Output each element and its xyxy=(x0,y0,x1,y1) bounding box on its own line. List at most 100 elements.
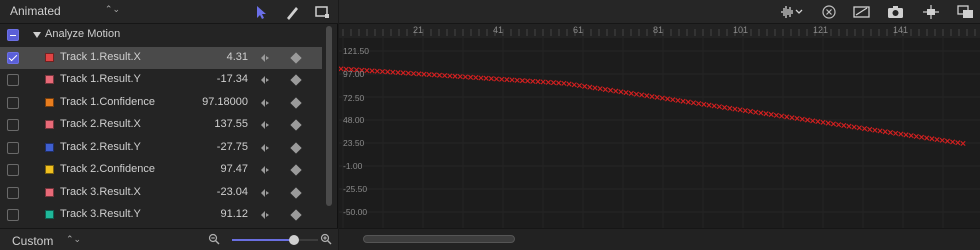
group-checkbox[interactable] xyxy=(7,29,19,41)
param-value[interactable]: -23.04 xyxy=(217,186,248,198)
timeline-scrollbar[interactable] xyxy=(363,235,515,243)
param-row[interactable]: Track 1.Result.Y -17.34 xyxy=(0,69,322,92)
keyframe-point xyxy=(882,129,888,135)
curve-set-dropdown[interactable]: Animated ⌃⌄ xyxy=(10,4,120,20)
keyframe-point xyxy=(727,105,733,111)
keyframe-nav-icon[interactable] xyxy=(258,209,270,221)
param-row[interactable]: Track 2.Result.X 137.55 xyxy=(0,114,322,137)
curve-canvas[interactable] xyxy=(339,38,980,228)
param-row[interactable]: Track 2.Result.Y -27.75 xyxy=(0,137,322,160)
ruler-label: 21 xyxy=(413,25,424,35)
keyframe-point xyxy=(716,104,722,110)
param-checkbox[interactable] xyxy=(7,96,19,109)
group-row-analyze-motion[interactable]: Analyze Motion xyxy=(0,24,322,47)
ruler-label: 61 xyxy=(573,25,584,35)
list-scrollbar[interactable] xyxy=(326,26,332,206)
param-value[interactable]: -17.34 xyxy=(217,73,248,85)
zoom-slider[interactable] xyxy=(232,235,318,245)
select-arrow-icon[interactable] xyxy=(252,3,270,21)
keyframe-point xyxy=(628,90,634,96)
param-checkbox[interactable] xyxy=(7,186,19,199)
keyframe-point xyxy=(607,87,614,93)
zoom-slider-thumb[interactable] xyxy=(288,235,299,245)
add-keyframe-icon[interactable] xyxy=(290,209,302,221)
add-keyframe-icon[interactable] xyxy=(290,164,302,176)
keyframe-point xyxy=(592,85,598,91)
add-keyframe-icon[interactable] xyxy=(290,96,302,109)
add-keyframe-icon[interactable] xyxy=(290,51,302,64)
keyframe-point xyxy=(519,78,526,84)
y-axis-label: 72.50 xyxy=(343,93,365,103)
keyframe-point xyxy=(561,80,567,86)
param-value[interactable]: 91.12 xyxy=(220,208,248,220)
keyframe-point xyxy=(514,77,520,83)
timeline-ruler[interactable]: 21 41 61 81 101 121 141 xyxy=(339,24,980,38)
param-checkbox[interactable] xyxy=(7,51,19,64)
pen-icon[interactable] xyxy=(283,3,301,21)
keyframe-nav-icon[interactable] xyxy=(258,74,270,86)
keyframe-point xyxy=(706,102,712,108)
param-row[interactable]: Track 1.Confidence 97.18000 xyxy=(0,92,322,115)
snapping-icon[interactable] xyxy=(921,3,941,21)
keyframe-point xyxy=(732,106,738,112)
param-name: Track 3.Result.Y xyxy=(60,208,141,220)
keyframe-nav-icon[interactable] xyxy=(258,119,270,131)
keyframe-point xyxy=(493,76,500,82)
add-keyframe-icon[interactable] xyxy=(290,119,302,131)
param-value[interactable]: 97.47 xyxy=(220,163,248,175)
param-checkbox[interactable] xyxy=(7,209,19,221)
param-checkbox[interactable] xyxy=(7,164,19,176)
audio-waveform-icon[interactable] xyxy=(780,3,806,21)
snapshot-camera-icon[interactable] xyxy=(886,3,906,21)
zoom-out-icon[interactable] xyxy=(208,233,220,245)
fit-curve-icon[interactable] xyxy=(852,3,872,21)
curve-set-label: Animated xyxy=(10,4,61,18)
param-row[interactable]: Track 2.Confidence 97.47 xyxy=(0,159,322,182)
view-dropdown[interactable]: Custom ⌃⌄ xyxy=(12,234,82,248)
param-value[interactable]: -27.75 xyxy=(217,141,248,153)
left-toolbar: Animated ⌃⌄ xyxy=(0,0,338,24)
keyframe-nav-icon[interactable] xyxy=(258,164,270,176)
add-keyframe-icon[interactable] xyxy=(290,186,302,199)
keyframe-nav-icon[interactable] xyxy=(258,142,270,154)
keyframe-point xyxy=(690,100,697,106)
curve-graph[interactable]: 121.50 97.00 72.50 48.00 23.50 -1.00 -25… xyxy=(339,38,980,228)
up-down-chevron-icon: ⌃⌄ xyxy=(104,4,120,14)
keyframe-point xyxy=(431,72,437,78)
add-keyframe-icon[interactable] xyxy=(290,74,302,86)
keyframe-point xyxy=(784,114,790,120)
overlay-curves-icon[interactable] xyxy=(956,3,976,21)
disclosure-triangle-icon[interactable] xyxy=(33,32,41,38)
param-value[interactable]: 97.18000 xyxy=(202,96,248,108)
color-swatch xyxy=(45,187,54,197)
zoom-in-icon[interactable] xyxy=(320,233,332,245)
param-value[interactable]: 137.55 xyxy=(214,118,248,130)
keyframe-point xyxy=(810,118,816,124)
param-name: Track 2.Result.Y xyxy=(60,140,141,153)
keyframe-point xyxy=(836,122,842,128)
keyframe-point xyxy=(405,70,411,76)
y-axis-label: -1.00 xyxy=(343,161,363,171)
param-row[interactable]: Track 1.Result.X 4.31 xyxy=(0,46,322,69)
keyframe-nav-icon[interactable] xyxy=(258,187,270,199)
ruler-label: 81 xyxy=(653,25,664,35)
clear-icon[interactable] xyxy=(820,3,838,21)
transform-box-icon[interactable] xyxy=(313,3,331,21)
param-checkbox[interactable] xyxy=(7,74,19,86)
keyframe-point xyxy=(525,78,531,84)
param-checkbox[interactable] xyxy=(7,141,19,154)
keyframe-nav-icon[interactable] xyxy=(258,97,270,109)
add-keyframe-icon[interactable] xyxy=(290,141,302,154)
param-row[interactable]: Track 3.Result.X -23.04 xyxy=(0,182,322,205)
keyframe-point xyxy=(467,74,474,80)
keyframe-nav-icon[interactable] xyxy=(258,52,270,64)
keyframe-point xyxy=(747,108,754,114)
param-value[interactable]: 4.31 xyxy=(227,51,248,63)
param-checkbox[interactable] xyxy=(7,119,19,131)
param-row[interactable]: Track 3.Result.Y 91.12 xyxy=(0,204,322,227)
keyframe-point xyxy=(711,103,717,109)
keyframe-point xyxy=(737,107,743,113)
keyframe-point xyxy=(908,133,914,139)
group-name: Analyze Motion xyxy=(45,28,121,40)
y-axis-label: 23.50 xyxy=(343,138,365,148)
